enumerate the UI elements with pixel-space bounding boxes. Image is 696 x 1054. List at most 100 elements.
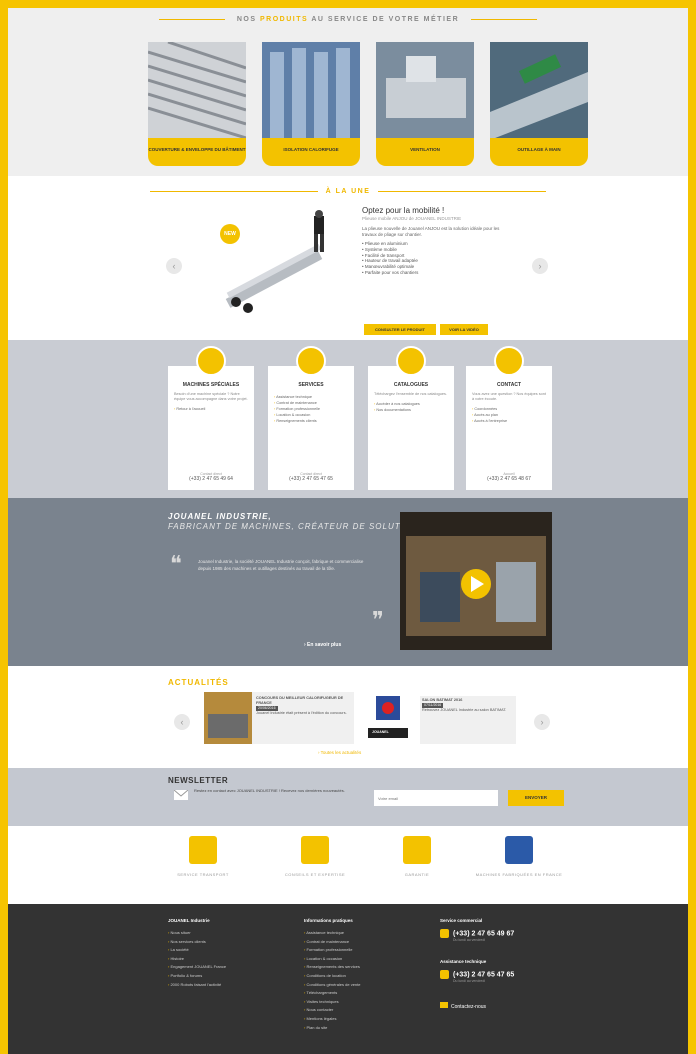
footer-link[interactable]: Mentions légales <box>304 1015 361 1024</box>
footer-col-title: Service commercial <box>440 918 483 923</box>
product-card-outillage[interactable]: OUTILLAGE À MAIN <box>490 42 588 166</box>
service-box-machines[interactable]: MACHINES SPÉCIALES Besoin d'une machine … <box>168 346 254 490</box>
footer-link[interactable]: Renseignements des services <box>304 963 361 972</box>
news-next-arrow[interactable]: › <box>534 714 550 730</box>
newsletter-submit-button[interactable]: ENVOYER <box>508 790 564 806</box>
read-more-link[interactable]: › En savoir plus <box>304 642 341 648</box>
service-phone: Contact direct (+33) 2 47 65 49 64 <box>168 472 254 482</box>
footer-link[interactable]: Téléchargements <box>304 989 361 998</box>
news-item[interactable]: JOUANEL SALON BATIMAT 2016 07/11/2016 Re… <box>364 692 520 744</box>
logo-text: JOUANEL <box>372 730 389 734</box>
news-item-text: Jouanel Industrie était présent à l'édit… <box>256 711 347 715</box>
reassurance-transport: SERVICE TRANSPORT <box>158 836 248 878</box>
phone-number: (+33) 2 47 65 49 67 <box>453 930 515 938</box>
isolation-photo <box>262 42 360 140</box>
product-card-label: VENTILATION <box>376 138 474 166</box>
footer-col-title: JOUANEL Industrie <box>168 918 210 923</box>
company-subtitle: FABRICANT DE MACHINES, CRÉATEUR DE SOLUT… <box>168 522 431 531</box>
products-title-post: AU SERVICE DE VOTRE MÉTIER <box>311 16 460 23</box>
reassurance-label: GARANTIE <box>404 872 430 877</box>
made-in-france-icon <box>505 836 533 864</box>
footer-link[interactable]: 2000 Robots faisant l'activité <box>168 981 226 990</box>
news-item[interactable]: CONCOURS DU MEILLEUR CALORIFUGEUR DE FRA… <box>204 692 354 744</box>
news-item-title: SALON BATIMAT 2016 <box>422 698 463 702</box>
view-product-button[interactable]: CONSULTER LE PRODUIT <box>364 324 436 335</box>
couverture-photo <box>148 42 246 140</box>
outillage-photo <box>490 42 588 140</box>
bullet-item: Parfaite pour vos chantiers <box>362 270 502 276</box>
news-thumbnail <box>204 692 252 744</box>
footer-link[interactable]: Engagement JOUANEL France <box>168 963 226 972</box>
tools-icon <box>296 346 326 376</box>
service-box-contact[interactable]: CONTACT Vous avez une question ? Nos équ… <box>466 346 552 490</box>
view-video-button[interactable]: VOIR LA VIDÉO <box>440 324 488 335</box>
product-card-isolation[interactable]: ISOLATION CALORIFUGE <box>262 42 360 166</box>
reassurance-france: MACHINES FABRIQUÉES EN FRANCE <box>474 836 564 878</box>
reassurance-conseils: CONSEILS ET EXPERTISE <box>270 836 360 878</box>
footer-link[interactable]: Nous contacter <box>304 1006 361 1015</box>
footer-link[interactable]: Portfolio & forums <box>168 972 226 981</box>
footer-link[interactable]: Location & occasion <box>304 955 361 964</box>
featured-title: À LA UNE <box>8 188 688 195</box>
service-desc: Besoin d'une machine spéciale ? Notre éq… <box>174 392 248 401</box>
news-section: ACTUALITÉS ‹ › CONCOURS DU MEILLEUR CALO… <box>8 666 688 768</box>
footer-link[interactable]: Conditions de location <box>304 972 361 981</box>
tel-number: (+33) 2 47 65 48 67 <box>487 476 531 482</box>
newsletter-email-input[interactable] <box>374 790 498 806</box>
service-link[interactable]: Accès à l'entreprise <box>472 418 546 424</box>
phone-icon <box>440 929 449 938</box>
footer-col-contact: Service commercial (+33) 2 47 65 49 67 D… <box>440 918 570 1010</box>
company-section: JOUANEL INDUSTRIE, FABRICANT DE MACHINES,… <box>8 498 688 666</box>
footer-link[interactable]: Plan du site <box>304 1024 361 1033</box>
footer-link[interactable]: Formation professionnelle <box>304 946 361 955</box>
footer-link[interactable]: Histoire <box>168 955 226 964</box>
service-desc: Téléchargez l'ensemble de nos catalogues… <box>374 392 447 396</box>
product-card-label: OUTILLAGE À MAIN <box>490 138 588 166</box>
footer-link[interactable]: Assistance technique <box>304 929 361 938</box>
phone-icon <box>440 970 449 979</box>
featured-bullets: Plieuse en aluminium Système mobile Faci… <box>362 241 502 276</box>
featured-prev-arrow[interactable]: ‹ <box>166 258 182 274</box>
service-link[interactable]: Retour à l'accueil <box>174 406 248 412</box>
newsletter-section: NEWSLETTER Restez en contact avec JOUANE… <box>8 768 688 826</box>
company-title: JOUANEL INDUSTRIE, <box>168 512 272 521</box>
contact-link[interactable]: Contactez-nous <box>440 1002 570 1010</box>
footer-link[interactable]: Nous situer <box>168 929 226 938</box>
service-box-services[interactable]: SERVICES Assistance technique Contrat de… <box>268 346 354 490</box>
phone-commercial[interactable]: (+33) 2 47 65 49 67 <box>440 929 570 938</box>
shield-icon <box>403 836 431 864</box>
service-desc: Vous avez une question ? Nos équipes son… <box>472 392 546 401</box>
service-box-catalogues[interactable]: CATALOGUES Téléchargez l'ensemble de nos… <box>368 346 454 490</box>
all-news-link[interactable]: › Toutes les actualités <box>318 750 361 755</box>
product-card-ventilation[interactable]: VENTILATION <box>376 42 474 166</box>
company-heading: JOUANEL INDUSTRIE, FABRICANT DE MACHINES,… <box>168 512 431 532</box>
tel-number: (+33) 2 47 65 47 65 <box>289 476 333 482</box>
footer-link[interactable]: Contrat de maintenance <box>304 938 361 947</box>
phone-note: Du lundi au vendredi <box>453 938 486 942</box>
mail-icon <box>440 1002 448 1008</box>
products-title-pre: NOS <box>236 16 257 23</box>
footer-link[interactable]: La société <box>168 946 226 955</box>
products-section: NOS PRODUITS AU SERVICE DE VOTRE MÉTIER … <box>8 8 688 176</box>
featured-subheading: Plieuse mobile ANJOU de JOUANEL INDUSTRI… <box>362 216 462 221</box>
featured-next-arrow[interactable]: › <box>532 258 548 274</box>
footer-link[interactable]: Conditions générales de vente <box>304 981 360 990</box>
envelope-icon <box>174 790 188 800</box>
quote-open-icon: ❝ <box>170 552 182 577</box>
company-video[interactable] <box>400 512 552 650</box>
phone-technical[interactable]: (+33) 2 47 65 47 65 <box>440 970 570 979</box>
ventilation-photo <box>376 42 474 140</box>
product-card-couverture[interactable]: COUVERTURE & ENVELOPPE DU BÂTIMENT <box>148 42 246 166</box>
service-link[interactable]: Renseignements clients <box>274 418 348 424</box>
truck-icon <box>189 836 217 864</box>
news-prev-arrow[interactable]: ‹ <box>174 714 190 730</box>
page: NOS PRODUITS AU SERVICE DE VOTRE MÉTIER … <box>8 8 688 1054</box>
lightbulb-icon <box>196 346 226 376</box>
featured-section: À LA UNE ‹ › NEW Optez pour la mobilité … <box>8 176 688 348</box>
footer-link[interactable]: Visites techniques <box>304 998 361 1007</box>
footer-link[interactable]: Nos services clients <box>168 938 226 947</box>
footer-col-title: Assistance technique <box>440 959 487 964</box>
service-link[interactable]: Nos documentations <box>374 407 448 413</box>
service-phone: Accueil (+33) 2 47 65 48 67 <box>466 472 552 482</box>
footer-col-title: Informations pratiques <box>304 918 353 923</box>
